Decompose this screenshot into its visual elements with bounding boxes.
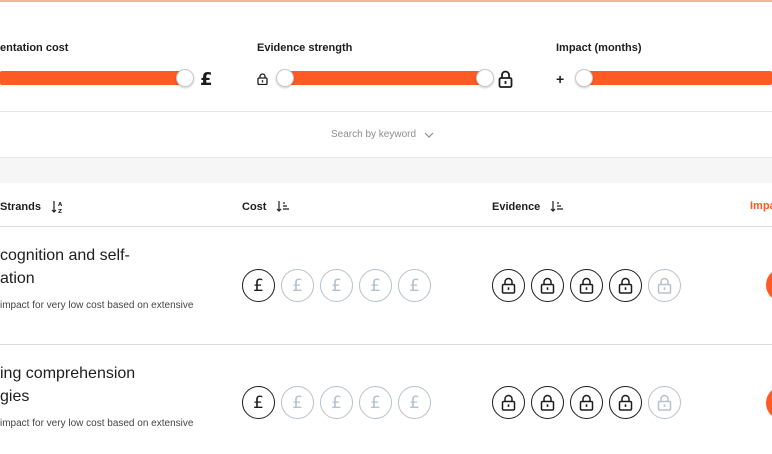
- cost-header-label: Cost: [242, 200, 267, 213]
- cost-rating-empty-pound-icon: £: [281, 386, 314, 419]
- impact-slider-handle[interactable]: [575, 69, 593, 87]
- cost-rating-empty-pound-icon: £: [359, 386, 392, 419]
- keyword-search-dropdown[interactable]: Search by keyword: [331, 129, 434, 140]
- evidence-rating-empty-lock-icon: [648, 269, 681, 302]
- strand-title-line: ing comprehension: [0, 365, 136, 382]
- svg-text:Z: Z: [58, 209, 62, 214]
- cost-rating-filled-pound-icon: £: [242, 269, 275, 302]
- strand-title-line: gies: [0, 388, 30, 405]
- evidence-rating-filled-lock-icon: [531, 269, 564, 302]
- strand-title-line: ation: [0, 270, 35, 287]
- evidence-rating-empty-lock-icon: [648, 386, 681, 419]
- strands-header-label: Strands: [0, 201, 41, 213]
- strand-description: impact for very low cost based on extens…: [0, 300, 194, 311]
- strand-title[interactable]: ing comprehension gies: [0, 362, 200, 408]
- sort-amount-icon: [550, 201, 564, 212]
- cost-rating-empty-pound-icon: £: [281, 269, 314, 302]
- evidence-rating-filled-lock-icon: [492, 386, 525, 419]
- strand-title-line: cognition and self-: [0, 247, 130, 264]
- impact-badge: [766, 268, 772, 302]
- cost-filter-label: entation cost: [0, 42, 69, 54]
- cost-rating-empty-pound-icon: £: [398, 386, 431, 419]
- impact-slider-track[interactable]: [582, 71, 772, 85]
- chevron-down-icon: [424, 132, 434, 138]
- filter-panel: entation cost £ Evidence strength Impact…: [0, 2, 772, 158]
- evidence-rating-filled-lock-icon: [531, 386, 564, 419]
- cost-column-header[interactable]: Cost: [242, 200, 290, 213]
- search-placeholder: Search by keyword: [331, 129, 417, 140]
- pound-icon: £: [200, 69, 213, 90]
- strands-column-header[interactable]: Strands A Z: [0, 200, 65, 214]
- lock-icon: [498, 70, 513, 88]
- cost-slider-track[interactable]: [0, 71, 186, 85]
- impact-header-label: Impa: [750, 200, 772, 212]
- cost-rating-filled-pound-icon: £: [242, 386, 275, 419]
- row-divider: [0, 344, 772, 345]
- header-divider: [0, 226, 772, 227]
- evidence-slider-max-handle[interactable]: [476, 69, 494, 87]
- sort-alpha-icon: A Z: [51, 201, 63, 214]
- evidence-column-header[interactable]: Evidence: [492, 200, 564, 213]
- evidence-filter-label: Evidence strength: [257, 42, 353, 54]
- cost-rating-empty-pound-icon: £: [398, 269, 431, 302]
- evidence-rating-filled-lock-icon: [570, 269, 603, 302]
- lock-icon: [257, 73, 268, 85]
- svg-text:A: A: [58, 202, 63, 208]
- strand-title[interactable]: cognition and self- ation: [0, 244, 200, 290]
- impact-badge: [766, 386, 772, 420]
- cost-rating-empty-pound-icon: £: [320, 386, 353, 419]
- cost-rating-empty-pound-icon: £: [320, 269, 353, 302]
- evidence-rating-filled-lock-icon: [570, 386, 603, 419]
- filter-divider: [0, 111, 772, 112]
- strands-table: Strands A Z Cost Evidence Impa cognition…: [0, 183, 772, 454]
- impact-filter-label: Impact (months): [556, 42, 642, 54]
- evidence-slider-track[interactable]: [284, 71, 486, 85]
- strand-description: impact for very low cost based on extens…: [0, 418, 194, 429]
- evidence-slider-min-handle[interactable]: [276, 69, 294, 87]
- plus-icon: +: [556, 71, 565, 87]
- cost-slider-handle[interactable]: [176, 69, 194, 87]
- impact-column-header[interactable]: Impa: [750, 200, 772, 212]
- sort-amount-icon: [277, 201, 290, 212]
- evidence-header-label: Evidence: [492, 200, 541, 213]
- evidence-rating-filled-lock-icon: [609, 269, 642, 302]
- cost-rating-empty-pound-icon: £: [359, 269, 392, 302]
- evidence-rating-filled-lock-icon: [609, 386, 642, 419]
- evidence-rating-filled-lock-icon: [492, 269, 525, 302]
